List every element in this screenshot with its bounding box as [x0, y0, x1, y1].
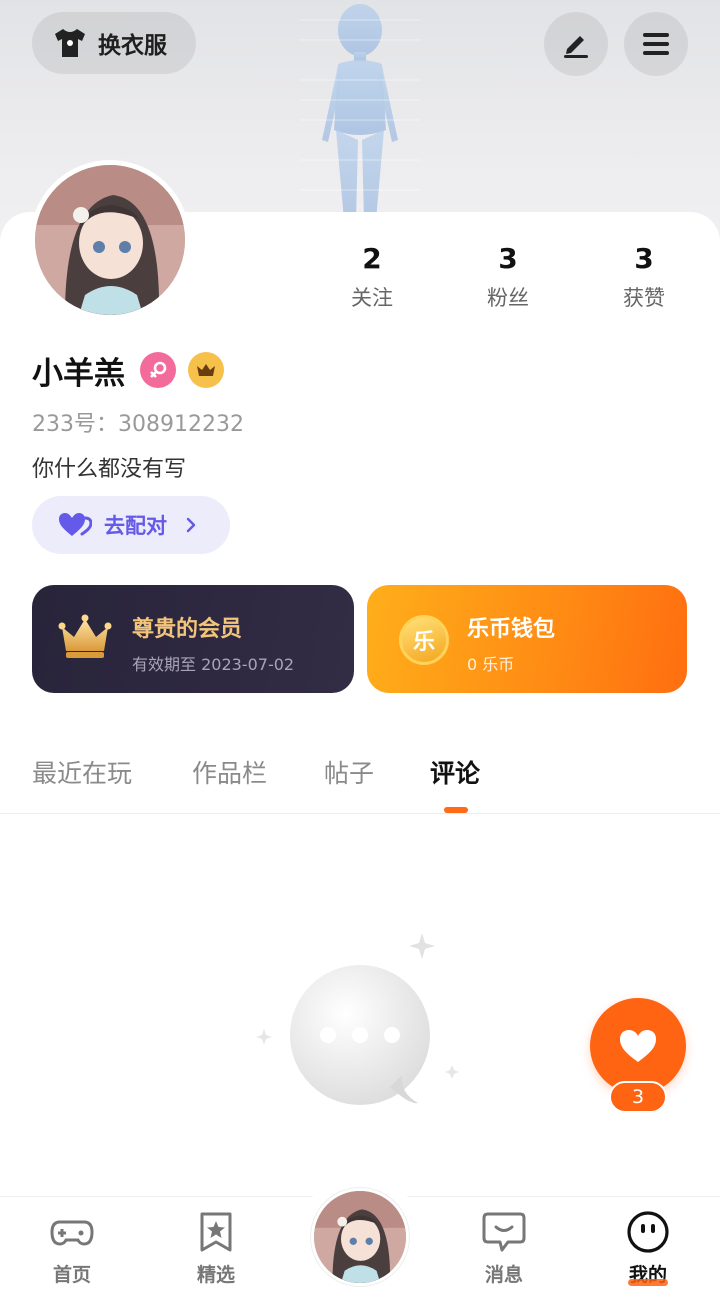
- tab-works[interactable]: 作品栏: [192, 754, 267, 790]
- change-outfit-button[interactable]: 换衣服: [32, 12, 196, 74]
- user-id: 233号：308912232: [32, 412, 244, 437]
- heart-icon: [620, 1030, 656, 1062]
- member-card-title: 尊贵的会员: [132, 617, 243, 642]
- face-icon: [627, 1211, 669, 1253]
- stat-following[interactable]: 2 关注: [322, 242, 422, 312]
- stat-label: 关注: [351, 286, 393, 310]
- stat-followers[interactable]: 3 粉丝: [458, 242, 558, 312]
- stat-likes[interactable]: 3 获赞: [594, 242, 694, 312]
- stat-value: 2: [362, 242, 382, 275]
- female-symbol-icon: [140, 352, 176, 388]
- stat-value: 3: [634, 242, 654, 275]
- username: 小羊羔: [32, 356, 125, 392]
- wallet-card-balance: 0 乐币: [467, 655, 515, 674]
- member-card-expiry: 有效期至 2023-07-02: [132, 655, 295, 674]
- hamburger-menu-icon: [643, 33, 669, 55]
- edit-profile-button[interactable]: [544, 12, 608, 76]
- stat-value: 3: [498, 242, 518, 275]
- nav-featured[interactable]: 精选: [166, 1196, 266, 1304]
- coin-glyph: 乐: [412, 630, 435, 655]
- center-avatar-button[interactable]: [311, 1188, 409, 1286]
- profile-avatar[interactable]: [30, 160, 190, 320]
- chat-bubble-icon: [482, 1212, 526, 1252]
- active-nav-indicator: [628, 1279, 668, 1286]
- change-outfit-label: 换衣服: [98, 33, 167, 59]
- chevron-right-icon: [186, 517, 196, 533]
- nav-label: 首页: [52, 1264, 91, 1286]
- star-bookmark-icon: [200, 1212, 232, 1252]
- pen-icon: [564, 36, 588, 58]
- coin-icon: 乐: [399, 615, 449, 665]
- crown-icon: [188, 352, 224, 388]
- bio-text: 你什么都没有写: [32, 457, 187, 482]
- nav-label: 消息: [484, 1264, 523, 1286]
- tabs-divider: [0, 813, 720, 814]
- like-button[interactable]: [590, 998, 686, 1094]
- avatar-image: [314, 1191, 406, 1283]
- gold-crown-icon: [58, 614, 112, 658]
- coin-wallet-card[interactable]: 乐 乐币钱包 0 乐币: [367, 585, 687, 693]
- nav-home[interactable]: 首页: [22, 1196, 122, 1304]
- empty-comments-illustration: [256, 933, 459, 1105]
- menu-button[interactable]: [624, 12, 688, 76]
- heart-pair-icon: [59, 513, 92, 536]
- stat-label: 获赞: [623, 286, 665, 310]
- vip-membership-card[interactable]: 尊贵的会员 有效期至 2023-07-02: [32, 585, 354, 693]
- like-count-badge: 3: [609, 1081, 667, 1113]
- tab-posts[interactable]: 帖子: [324, 754, 374, 790]
- match-button-label: 去配对: [104, 514, 167, 538]
- stat-label: 粉丝: [487, 286, 529, 310]
- tab-recently-played[interactable]: 最近在玩: [32, 754, 132, 790]
- nav-me[interactable]: 我的: [598, 1196, 698, 1304]
- wallet-card-title: 乐币钱包: [467, 617, 556, 642]
- character-3d-model[interactable]: [300, 0, 420, 220]
- nav-label: 精选: [196, 1264, 235, 1286]
- avatar-image: [35, 165, 185, 315]
- nav-messages[interactable]: 消息: [454, 1196, 554, 1304]
- gamepad-icon: [50, 1220, 94, 1246]
- match-button[interactable]: 去配对: [32, 496, 230, 554]
- shirt-icon: [55, 29, 85, 57]
- tab-comments[interactable]: 评论: [430, 754, 480, 790]
